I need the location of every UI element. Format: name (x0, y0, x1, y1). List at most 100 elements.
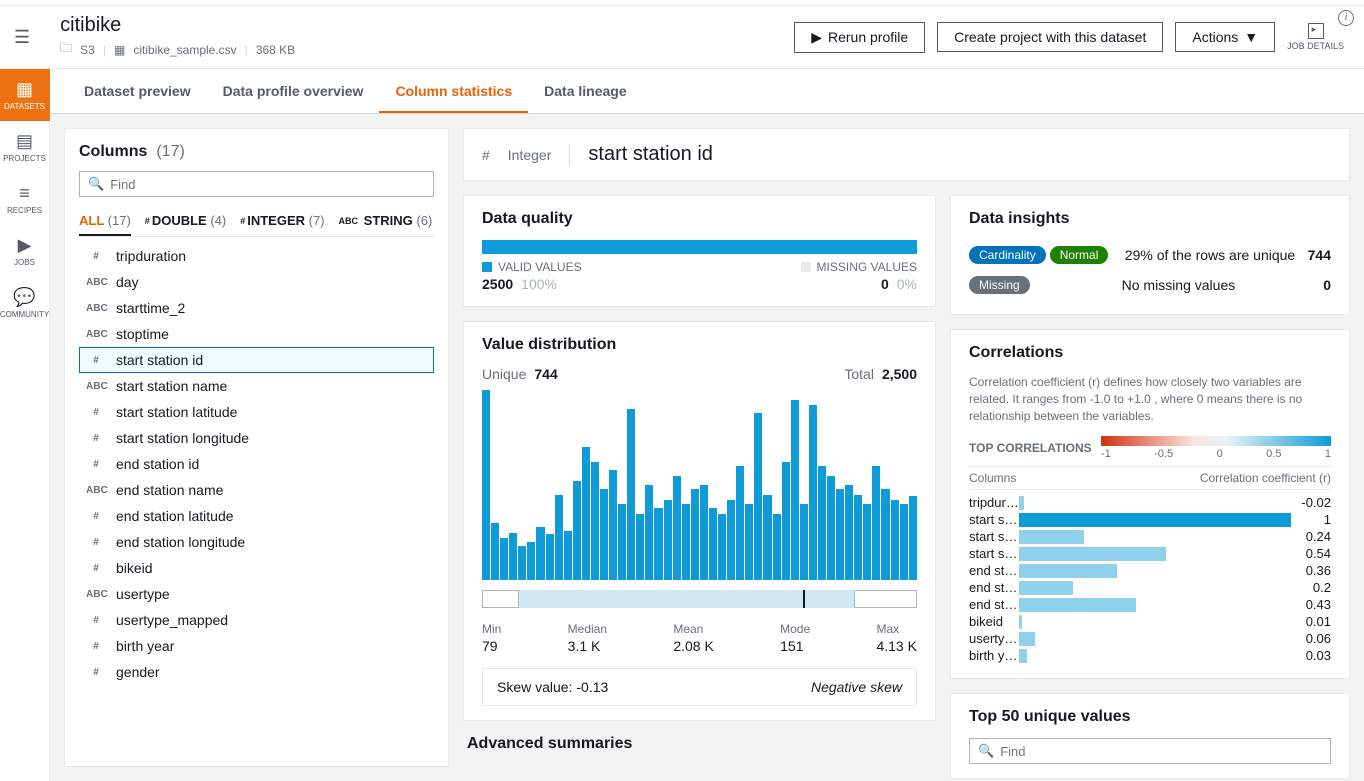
column-row[interactable]: #end station id (79, 451, 434, 477)
recipes-icon: ≡ (0, 183, 50, 204)
histogram-bar (573, 481, 581, 580)
top50-search-input[interactable] (1000, 744, 1322, 759)
histogram-bar (582, 447, 590, 580)
columns-search[interactable]: 🔍 (79, 171, 434, 197)
histogram-bar (800, 504, 808, 580)
type-tab-double[interactable]: #DOUBLE (4) (145, 207, 226, 236)
actions-dropdown[interactable]: Actions ▼ (1175, 22, 1275, 52)
create-project-button[interactable]: Create project with this dataset (937, 22, 1163, 52)
column-row[interactable]: #end station longitude (79, 529, 434, 555)
histogram-bar (736, 466, 744, 580)
info-icon[interactable]: i (1338, 10, 1354, 26)
correlation-row: start st…0.24 (969, 528, 1331, 545)
advanced-summaries-heading: Advanced summaries (467, 735, 932, 753)
column-row[interactable]: #tripduration (79, 243, 434, 269)
histogram-bar (791, 400, 799, 581)
columns-panel: Columns (17) 🔍 ALL (17) #DOUBLE (4) #INT… (64, 128, 449, 767)
community-icon: 💬 (0, 287, 50, 308)
valid-swatch-icon (482, 262, 492, 272)
column-row[interactable]: ABCend station name (79, 477, 434, 503)
column-row[interactable]: ABCstart station name (79, 373, 434, 399)
data-quality-bar (482, 240, 917, 254)
type-icon: # (86, 433, 106, 444)
s3-icon: 🗀 (60, 39, 72, 60)
correlation-row: bikeid0.01 (969, 613, 1331, 630)
type-icon: ABC (86, 485, 106, 496)
histogram-bar (763, 495, 771, 581)
type-tab-integer[interactable]: #INTEGER (7) (240, 207, 324, 236)
page-header: ☰ citibike 🗀 S3 | ▦ citibike_sample.csv … (0, 6, 1364, 69)
histogram-bar (782, 462, 790, 580)
nav-projects[interactable]: ▤ PROJECTS (0, 121, 50, 173)
columns-search-input[interactable] (110, 177, 425, 192)
data-insights-card: Data insights CardinalityNormal 29% of t… (950, 195, 1350, 315)
left-nav: ▦ DATASETS ▤ PROJECTS ≡ RECIPES ▶ JOBS 💬… (0, 69, 50, 781)
histogram-bar (691, 489, 699, 580)
data-quality-card: Data quality VALID VALUES MISSING VALUES… (463, 195, 936, 307)
histogram-bar (673, 476, 681, 581)
histogram-bar (872, 466, 880, 580)
type-label: Integer (508, 147, 552, 163)
histogram-bar (482, 390, 490, 580)
type-icon: # (86, 355, 106, 366)
histogram-bar (555, 495, 563, 581)
nav-recipes[interactable]: ≡ RECIPES (0, 173, 50, 225)
column-row[interactable]: ABCstarttime_2 (79, 295, 434, 321)
top50-search[interactable]: 🔍 (969, 738, 1331, 764)
column-row[interactable]: #start station id (79, 347, 434, 373)
cardinality-badge: Cardinality (969, 246, 1046, 264)
correlation-row: birth y…0.03 (969, 647, 1331, 664)
type-icon: ABC (86, 303, 106, 314)
column-row[interactable]: #start station longitude (79, 425, 434, 451)
histogram-bar (727, 500, 735, 580)
column-row[interactable]: ABCusertype (79, 581, 434, 607)
tab-data-lineage[interactable]: Data lineage (528, 69, 642, 113)
column-header-card: # Integer start station id (463, 128, 1350, 181)
correlation-gradient: -1 -0.5 0 0.5 1 (1101, 436, 1331, 460)
column-row[interactable]: #usertype_mapped (79, 607, 434, 633)
nav-jobs[interactable]: ▶ JOBS (0, 225, 50, 277)
histogram-bar (636, 514, 644, 581)
type-icon: ABC (86, 589, 106, 600)
correlation-row: userty…0.06 (969, 630, 1331, 647)
correlation-list: tripdur…-0.02start st…1start st…0.24star… (969, 494, 1331, 664)
column-row[interactable]: ABCstoptime (79, 321, 434, 347)
histogram-bar (863, 504, 871, 580)
histogram-bar (518, 546, 526, 580)
column-row[interactable]: #start station latitude (79, 399, 434, 425)
type-icon: # (86, 407, 106, 418)
histogram-bar (682, 504, 690, 580)
type-tab-all[interactable]: ALL (17) (79, 207, 131, 236)
column-row[interactable]: ABCday (79, 269, 434, 295)
tab-column-statistics[interactable]: Column statistics (379, 69, 528, 113)
column-row[interactable]: #gender (79, 659, 434, 685)
column-row[interactable]: #end station latitude (79, 503, 434, 529)
histogram-bar (600, 489, 608, 580)
histogram-bar (900, 504, 908, 580)
nav-community[interactable]: 💬 COMMUNITY (0, 277, 50, 329)
type-symbol: # (482, 147, 490, 163)
histogram-bar (718, 514, 726, 581)
correlation-row: start st…1 (969, 511, 1331, 528)
histogram-bar (591, 462, 599, 580)
top-50-card: Top 50 unique values 🔍 (950, 693, 1350, 779)
tab-dataset-preview[interactable]: Dataset preview (68, 69, 207, 113)
job-details-button[interactable]: JOB DETAILS (1287, 23, 1344, 51)
hamburger-icon[interactable]: ☰ (14, 27, 30, 48)
histogram-bar (754, 413, 762, 580)
histogram-bar (909, 496, 917, 580)
histogram-bar (745, 504, 753, 580)
nav-datasets[interactable]: ▦ DATASETS (0, 69, 50, 121)
histogram-bar (546, 534, 554, 580)
boxplot (482, 590, 917, 608)
type-icon: ABC (86, 381, 106, 392)
column-row[interactable]: #bikeid (79, 555, 434, 581)
column-row[interactable]: #birth year (79, 633, 434, 659)
rerun-profile-button[interactable]: ▶ Rerun profile (794, 22, 925, 53)
type-tab-string[interactable]: ABC STRING (6) (339, 207, 433, 236)
histogram-bar (491, 523, 499, 580)
tab-data-profile[interactable]: Data profile overview (207, 69, 380, 113)
histogram-chart (482, 390, 917, 580)
play-icon: ▶ (811, 29, 822, 46)
table-icon: ▦ (114, 43, 125, 57)
